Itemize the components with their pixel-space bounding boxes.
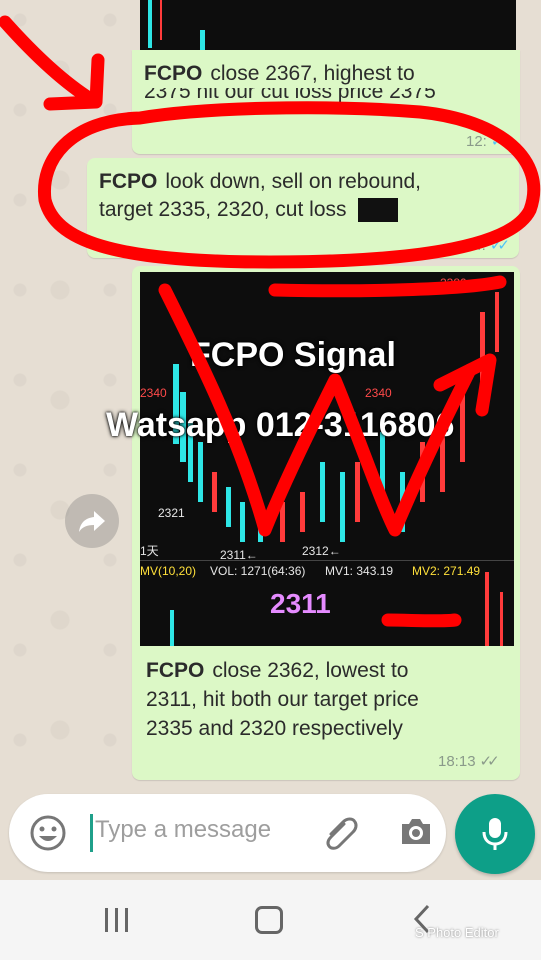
emoji-icon[interactable] — [29, 814, 67, 852]
message-line: target 2335, 2320, cut loss — [99, 198, 347, 221]
sender-name: FCPO — [146, 659, 205, 682]
message-input[interactable]: Type a message — [95, 816, 271, 844]
chart-price-label: 2321 — [158, 506, 185, 520]
message-line: close 2362, lowest to — [212, 659, 409, 682]
delivered-ticks-icon: ✓✓ — [479, 753, 500, 770]
forward-button[interactable] — [65, 494, 119, 548]
message-text-3: FCPO close 2362, lowest to 2311, hit both… — [146, 656, 419, 743]
photo-editor-watermark: S Photo Editor — [415, 925, 499, 940]
message-text-1: FCPO close 2367, highest to — [132, 50, 520, 88]
message-meta-2: 14: ✓✓ — [465, 232, 510, 260]
chart-price-label: 2311← — [220, 548, 258, 562]
chart-price-label: 2380 — [440, 276, 467, 290]
chart-big-value: 2311 — [270, 588, 331, 619]
sender-name: FCPO — [99, 170, 158, 193]
timestamp: 14: — [465, 237, 486, 254]
chart-image[interactable]: 2340 2340 2321 2311← 2312← 2380 1天 MV(10… — [140, 272, 514, 646]
overlay-title: FCPO Signal — [190, 336, 396, 374]
message-composer[interactable]: Type a message — [9, 794, 446, 872]
voice-record-button[interactable] — [455, 794, 535, 874]
message-meta-3: 18:13 ✓✓ — [438, 752, 500, 771]
message-line: 2375 hit our cut loss price 2375 — [144, 88, 436, 103]
message-bubble-2[interactable]: FCPO look down, sell on rebound, target 2… — [87, 158, 519, 258]
message-line: 2311, hit both our target price — [146, 688, 419, 711]
message-bubble-1[interactable]: FCPO close 2367, highest to 2375 hit our … — [132, 50, 520, 154]
mic-icon — [482, 818, 508, 850]
redaction-mark — [358, 198, 399, 223]
indicator-vol: VOL: 1271(64:36) — [210, 564, 306, 578]
chart-image-top[interactable] — [140, 0, 516, 50]
attach-icon[interactable] — [321, 812, 361, 852]
indicator-mv: MV(10,20) — [140, 564, 197, 578]
message-meta-1: 12: ✓✓ — [466, 128, 511, 156]
chart-price-label: 2340 — [140, 386, 167, 400]
read-ticks-icon: ✓✓ — [489, 237, 510, 254]
message-text-2b: target 2335, 2320, cut loss — [87, 196, 519, 224]
read-ticks-icon: ✓✓ — [490, 133, 511, 150]
message-text-1-cut: 2375 hit our cut loss price 2375 — [132, 88, 520, 104]
overlay-contact: Watsapp 012-3116806 — [106, 406, 455, 444]
camera-icon[interactable] — [396, 812, 436, 852]
chart-period-label: 1天 — [140, 544, 159, 558]
sender-name: FCPO — [144, 62, 203, 85]
chart-price-label: 2312← — [302, 544, 341, 558]
recent-apps-icon[interactable] — [102, 908, 132, 932]
text-caret — [90, 814, 93, 852]
timestamp: 18:13 — [438, 752, 476, 770]
message-line: close 2367, highest to — [210, 62, 415, 85]
message-line: look down, sell on rebound, — [165, 170, 422, 193]
forward-icon — [79, 511, 105, 532]
home-icon[interactable] — [255, 906, 283, 934]
message-line: 2335 and 2320 respectively — [146, 717, 403, 740]
chart-divider — [140, 560, 514, 561]
indicator-mv1: MV1: 343.19 — [325, 564, 394, 578]
chart-price-label: 2340 — [365, 386, 392, 400]
message-text-2: FCPO look down, sell on rebound, — [87, 158, 519, 196]
timestamp: 12: — [466, 133, 487, 150]
indicator-mv2: MV2: 271.49 — [412, 564, 481, 578]
